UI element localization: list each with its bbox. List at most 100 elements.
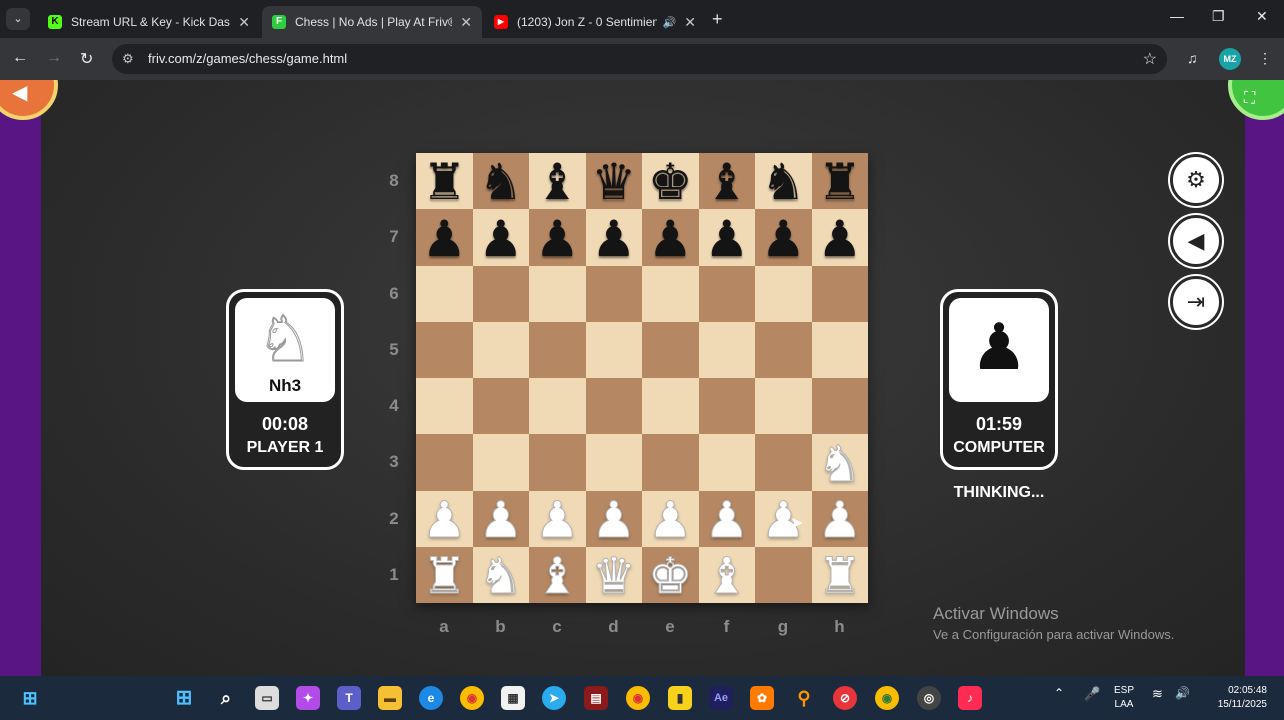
square-c4[interactable] <box>529 378 586 435</box>
telegram-icon[interactable]: ➤ <box>542 686 566 710</box>
square-c2[interactable]: ♟ <box>529 490 586 547</box>
square-a2[interactable]: ♟ <box>416 490 473 547</box>
address-bar[interactable]: ⚙ friv.com/z/games/chess/game.html ☆ <box>112 44 1167 74</box>
square-g4[interactable] <box>755 378 812 435</box>
square-g6[interactable] <box>755 265 812 322</box>
square-e8[interactable]: ♚ <box>642 153 699 210</box>
volume-icon[interactable]: 🔊 <box>1175 686 1190 700</box>
white-bishop-icon[interactable]: ♝ <box>529 551 586 602</box>
white-pawn-icon[interactable]: ♟ <box>529 494 586 545</box>
black-pawn-icon[interactable]: ♟ <box>699 214 756 264</box>
square-d2[interactable]: ♟ <box>585 490 643 547</box>
menu-icon[interactable]: ⋮ <box>1258 50 1272 67</box>
square-g7[interactable]: ♟ <box>755 209 812 266</box>
square-b4[interactable] <box>472 378 529 435</box>
tab-youtube[interactable]: ▶ (1203) Jon Z - 0 Sentimient 🔊 ✕ <box>484 6 706 38</box>
file-explorer-icon[interactable]: ▬ <box>378 686 402 710</box>
square-c8[interactable]: ♝ <box>529 153 586 210</box>
winrar-icon[interactable]: ▤ <box>584 686 608 710</box>
sound-button[interactable]: ◀ <box>1170 215 1222 267</box>
square-f2[interactable]: ♟ <box>698 490 755 547</box>
square-f7[interactable]: ♟ <box>698 209 756 266</box>
tiktok-icon[interactable]: ♪ <box>958 686 982 710</box>
white-rook-icon[interactable]: ♜ <box>812 551 869 602</box>
black-pawn-icon[interactable]: ♟ <box>473 214 530 264</box>
square-e7[interactable]: ♟ <box>642 209 699 266</box>
black-bishop-icon[interactable]: ♝ <box>529 157 586 207</box>
windows-logo-icon[interactable]: ⊞ <box>172 686 196 710</box>
square-h1[interactable]: ♜ <box>811 546 869 603</box>
square-h8[interactable]: ♜ <box>811 153 869 210</box>
black-pawn-icon[interactable]: ♟ <box>529 214 586 264</box>
tab-chess[interactable]: F Chess | No Ads | Play At Friv® ✕ <box>262 6 482 38</box>
white-rook-icon[interactable]: ♜ <box>416 551 473 602</box>
magnifier-app-icon[interactable]: ⚲ <box>792 686 816 710</box>
square-g3[interactable] <box>755 434 812 491</box>
tab-kick[interactable]: K Stream URL & Key - Kick Dashb ✕ <box>38 6 260 38</box>
teams-icon[interactable]: T <box>337 686 361 710</box>
square-e1[interactable]: ♚ <box>642 546 699 603</box>
square-e3[interactable] <box>642 434 699 491</box>
tab-close-icon[interactable]: ✕ <box>238 14 250 31</box>
square-h2[interactable]: ♟ <box>811 490 868 547</box>
media-controls-icon[interactable]: ♫ <box>1187 50 1198 66</box>
square-f3[interactable] <box>698 434 755 491</box>
new-tab-button[interactable]: + <box>712 9 723 30</box>
black-pawn-icon[interactable]: ♟ <box>755 214 812 264</box>
square-c7[interactable]: ♟ <box>529 209 586 266</box>
site-settings-icon[interactable]: ⚙ <box>122 51 134 67</box>
black-rook-icon[interactable]: ♜ <box>416 157 473 207</box>
close-window-button[interactable]: ✕ <box>1256 8 1268 25</box>
copilot-icon[interactable]: ✦ <box>296 686 320 710</box>
square-f5[interactable] <box>698 321 755 378</box>
square-c5[interactable] <box>529 321 586 378</box>
black-rook-icon[interactable]: ♜ <box>812 157 869 207</box>
square-a6[interactable] <box>416 265 473 322</box>
white-bishop-icon[interactable]: ♝ <box>699 551 756 602</box>
fl-studio-icon[interactable]: ✿ <box>750 686 774 710</box>
square-h3[interactable]: ♞ <box>811 434 869 491</box>
chevron-up-icon[interactable]: ⌃ <box>1054 686 1064 700</box>
minimize-button[interactable]: — <box>1170 8 1184 24</box>
square-d6[interactable] <box>585 265 642 322</box>
white-pawn-icon[interactable]: ♟ <box>642 494 699 545</box>
white-pawn-icon[interactable]: ♟ <box>586 494 643 545</box>
square-g8[interactable]: ♞ <box>755 153 812 210</box>
square-e5[interactable] <box>642 321 699 378</box>
tab-close-icon[interactable]: ✕ <box>684 14 696 31</box>
black-queen-icon[interactable]: ♛ <box>586 157 643 207</box>
square-f4[interactable] <box>698 378 755 435</box>
square-d1[interactable]: ♛ <box>585 546 642 603</box>
square-a5[interactable] <box>416 321 473 378</box>
maximize-button[interactable]: ❐ <box>1212 8 1225 25</box>
after-effects-icon[interactable]: Ae <box>709 686 733 710</box>
square-f1[interactable]: ♝ <box>698 546 756 603</box>
forward-button[interactable]: → <box>46 49 62 67</box>
chess-board[interactable]: ♜ ♞ ♝ ♛ ♚ ♝ ♞ ♜ ♟ ♟ ♟ ♟ ♟ ♟ ♟ ♟ ♞ ♟ ♟ ♟ ♟ ♟ ♟ ♟ ♟ ♜ ♞ ♝ ♛ ♚ ♝ ♜ <box>416 153 868 603</box>
square-b2[interactable]: ♟ <box>472 490 530 547</box>
white-king-icon[interactable]: ♚ <box>642 551 699 602</box>
square-g1[interactable] <box>755 546 812 603</box>
start-menu-icon[interactable]: ⊞ <box>18 686 42 710</box>
white-knight-icon[interactable]: ♞ <box>473 551 530 602</box>
square-a7[interactable]: ♟ <box>416 209 473 266</box>
square-g5[interactable] <box>755 321 812 378</box>
white-pawn-icon[interactable]: ♟ <box>473 494 530 545</box>
search-icon[interactable]: ⌕ <box>214 686 238 710</box>
square-e6[interactable] <box>642 265 699 322</box>
square-h6[interactable] <box>811 265 868 322</box>
square-d5[interactable] <box>585 321 642 378</box>
white-knight-icon[interactable]: ♞ <box>812 438 869 489</box>
bookmark-star-icon[interactable]: ☆ <box>1143 49 1157 69</box>
white-pawn-icon[interactable]: ♟ <box>416 494 473 545</box>
square-f8[interactable]: ♝ <box>698 153 755 210</box>
chrome-icon[interactable]: ◉ <box>460 686 484 710</box>
square-h7[interactable]: ♟ <box>811 209 869 266</box>
black-king-icon[interactable]: ♚ <box>642 157 699 207</box>
square-a3[interactable] <box>416 434 473 491</box>
wifi-icon[interactable]: ≋ <box>1152 686 1163 702</box>
black-pawn-icon[interactable]: ♟ <box>416 214 473 264</box>
chrome-active-icon[interactable]: ◉ <box>875 686 899 710</box>
black-pawn-icon[interactable]: ♟ <box>812 214 869 264</box>
obs-icon[interactable]: ◎ <box>917 686 941 710</box>
